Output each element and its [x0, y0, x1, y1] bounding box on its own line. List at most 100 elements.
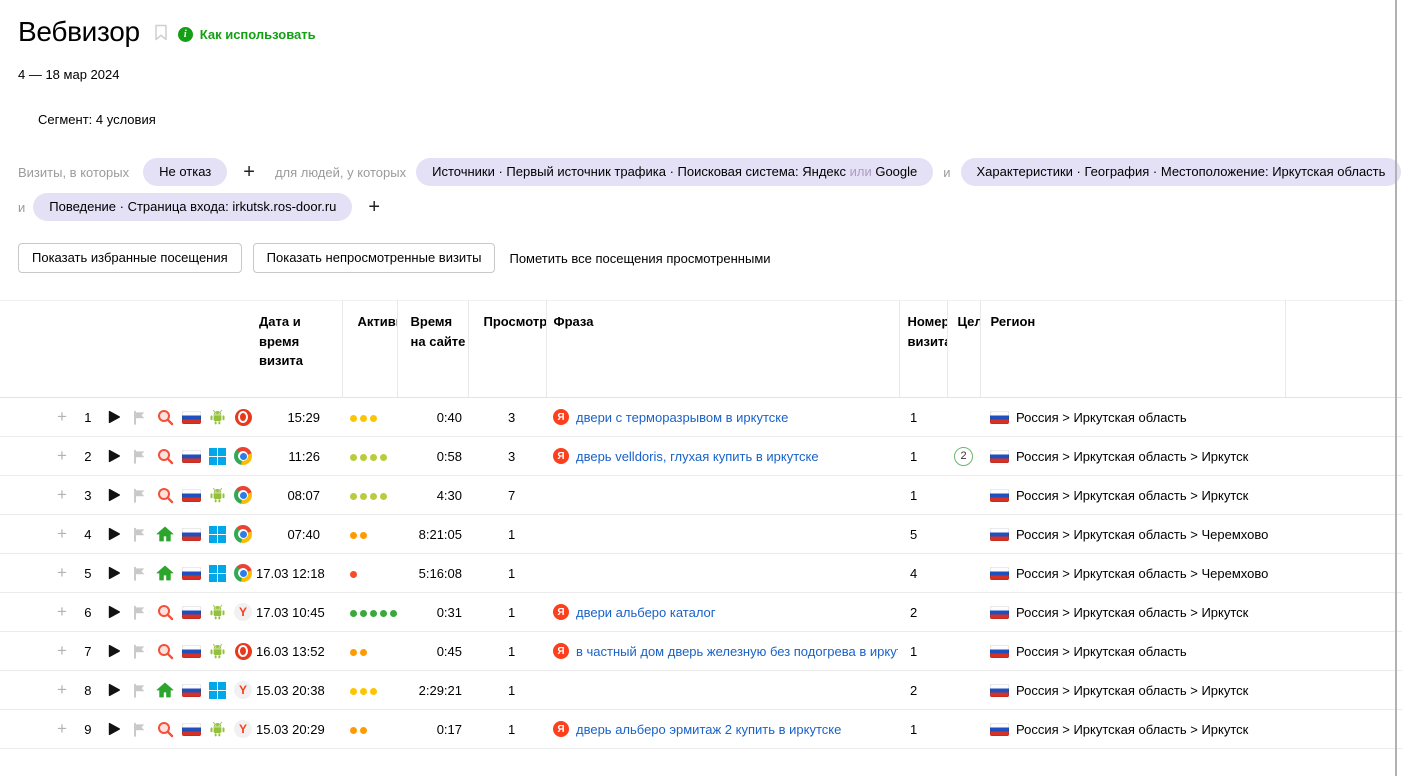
- region-text: Россия > Иркутская область > Черемхово: [1016, 566, 1268, 581]
- yandex-browser-icon: Y: [234, 603, 252, 621]
- table-row: + 3 08:07 4:30 7 1 Россия > Иркутская об…: [0, 476, 1402, 515]
- table-row: + 1 15:29 0:40 3 Ядвери с терморазрывом …: [0, 398, 1402, 437]
- region-text: Россия > Иркутская область > Иркутск: [1016, 683, 1248, 698]
- region-text: Россия > Иркутская область > Иркутск: [1016, 722, 1248, 737]
- expand-row-button[interactable]: +: [49, 524, 75, 544]
- table-row: + 7 16.03 13:52 0:45 1 Яв частный дом дв…: [0, 632, 1402, 671]
- time-on-site: 0:31: [397, 593, 468, 632]
- activity-dot: [380, 493, 387, 500]
- play-visit-button[interactable]: [101, 527, 127, 541]
- yandex-search-icon: [156, 720, 175, 739]
- time-on-site: 0:17: [397, 710, 468, 749]
- visit-number: 1: [899, 710, 947, 749]
- activity-dot: [380, 610, 387, 617]
- region-text: Россия > Иркутская область > Черемхово: [1016, 527, 1268, 542]
- activity-indicator: [342, 671, 397, 710]
- filter-chip-bounce[interactable]: Не отказ: [143, 158, 227, 186]
- phrase-link[interactable]: двери с терморазрывом в иркутске: [576, 410, 788, 425]
- search-phrase-cell: [546, 554, 899, 593]
- flag-toggle-button[interactable]: [127, 488, 153, 503]
- visit-datetime: 07:40: [256, 515, 342, 554]
- show-favorites-button[interactable]: Показать избранные посещения: [18, 243, 242, 273]
- phrase-link[interactable]: дверь velldoris, глухая купить в иркутск…: [576, 449, 819, 464]
- activity-dot: [360, 649, 367, 656]
- views-count: 3: [468, 398, 546, 437]
- expand-row-button[interactable]: +: [49, 641, 75, 661]
- play-visit-button[interactable]: [101, 566, 127, 580]
- direct-home-icon: [156, 564, 175, 583]
- russia-flag-icon: [182, 645, 201, 658]
- goals-cell: [947, 632, 980, 671]
- region-cell: Россия > Иркутская область > Иркутск: [980, 476, 1285, 515]
- expand-row-button[interactable]: +: [49, 407, 75, 427]
- flag-toggle-button[interactable]: [127, 644, 153, 659]
- flag-toggle-button[interactable]: [127, 449, 153, 464]
- android-icon: [208, 408, 227, 427]
- play-visit-button[interactable]: [101, 410, 127, 424]
- activity-dot: [350, 688, 357, 695]
- windows-icon: [209, 448, 226, 465]
- flag-toggle-button[interactable]: [127, 527, 153, 542]
- flag-toggle-button[interactable]: [127, 566, 153, 581]
- bookmark-icon[interactable]: [154, 24, 168, 46]
- region-cell: Россия > Иркутская область > Иркутск: [980, 593, 1285, 632]
- visit-number: 1: [899, 632, 947, 671]
- windows-icon: [209, 682, 226, 699]
- search-phrase-cell: Ядверь velldoris, глухая купить в иркутс…: [546, 437, 899, 476]
- row-number: 6: [75, 605, 101, 620]
- play-visit-button[interactable]: [101, 605, 127, 619]
- visit-datetime: 15:29: [256, 398, 342, 437]
- flag-toggle-button[interactable]: [127, 683, 153, 698]
- region-text: Россия > Иркутская область > Иркутск: [1016, 605, 1248, 620]
- flag-toggle-button[interactable]: [127, 410, 153, 425]
- date-range[interactable]: 4 — 18 мар 2024: [18, 67, 119, 82]
- filter-chip-behavior[interactable]: Поведение · Страница входа: irkutsk.ros-…: [33, 193, 352, 221]
- search-phrase-cell: [546, 515, 899, 554]
- row-number: 8: [75, 683, 101, 698]
- region-text: Россия > Иркутская область > Иркутск: [1016, 488, 1248, 503]
- goals-cell: [947, 593, 980, 632]
- yandex-icon: Я: [553, 448, 569, 464]
- header-views: Просмотры: [468, 301, 546, 398]
- expand-row-button[interactable]: +: [49, 485, 75, 505]
- show-unviewed-button[interactable]: Показать непросмотренные визиты: [253, 243, 496, 273]
- window-edge-scrollbar[interactable]: [1395, 0, 1397, 776]
- mark-all-viewed-button[interactable]: Пометить все посещения просмотренными: [509, 251, 770, 266]
- russia-flag-icon: [182, 606, 201, 619]
- expand-row-button[interactable]: +: [49, 602, 75, 622]
- flag-toggle-button[interactable]: [127, 722, 153, 737]
- phrase-link[interactable]: двери альберо каталог: [576, 605, 716, 620]
- activity-dot: [350, 649, 357, 656]
- add-condition-button-2[interactable]: +: [368, 197, 380, 217]
- expand-row-button[interactable]: +: [49, 563, 75, 583]
- activity-dot: [350, 415, 357, 422]
- goals-cell: [947, 671, 980, 710]
- expand-row-button[interactable]: +: [49, 446, 75, 466]
- expand-row-button[interactable]: +: [49, 680, 75, 700]
- region-cell: Россия > Иркутская область > Черемхово: [980, 515, 1285, 554]
- expand-row-button[interactable]: +: [49, 719, 75, 739]
- russia-flag-icon: [182, 450, 201, 463]
- how-to-use-link[interactable]: Как использовать: [200, 27, 316, 42]
- views-count: 1: [468, 515, 546, 554]
- activity-dot: [350, 727, 357, 734]
- play-visit-button[interactable]: [101, 449, 127, 463]
- add-condition-button-1[interactable]: +: [243, 162, 255, 182]
- play-visit-button[interactable]: [101, 488, 127, 502]
- filter-chip-geo[interactable]: Характеристики · География · Местоположе…: [961, 158, 1402, 186]
- flag-toggle-button[interactable]: [127, 605, 153, 620]
- region-cell: Россия > Иркутская область > Черемхово: [980, 554, 1285, 593]
- segment-label[interactable]: Сегмент: 4 условия: [38, 112, 156, 127]
- time-on-site: 0:58: [397, 437, 468, 476]
- header-goals: Цели: [947, 301, 980, 398]
- russia-flag-icon: [990, 645, 1009, 658]
- activity-dot: [350, 532, 357, 539]
- phrase-link[interactable]: дверь альберо эрмитаж 2 купить в иркутск…: [576, 722, 841, 737]
- play-visit-button[interactable]: [101, 683, 127, 697]
- play-visit-button[interactable]: [101, 722, 127, 736]
- header-time-on-site: Время на сайте: [397, 301, 468, 398]
- phrase-link[interactable]: в частный дом дверь железную без подогре…: [576, 644, 898, 659]
- visit-datetime: 17.03 10:45: [256, 593, 342, 632]
- filter-chip-source[interactable]: Источники · Первый источник трафика · По…: [416, 158, 933, 186]
- play-visit-button[interactable]: [101, 644, 127, 658]
